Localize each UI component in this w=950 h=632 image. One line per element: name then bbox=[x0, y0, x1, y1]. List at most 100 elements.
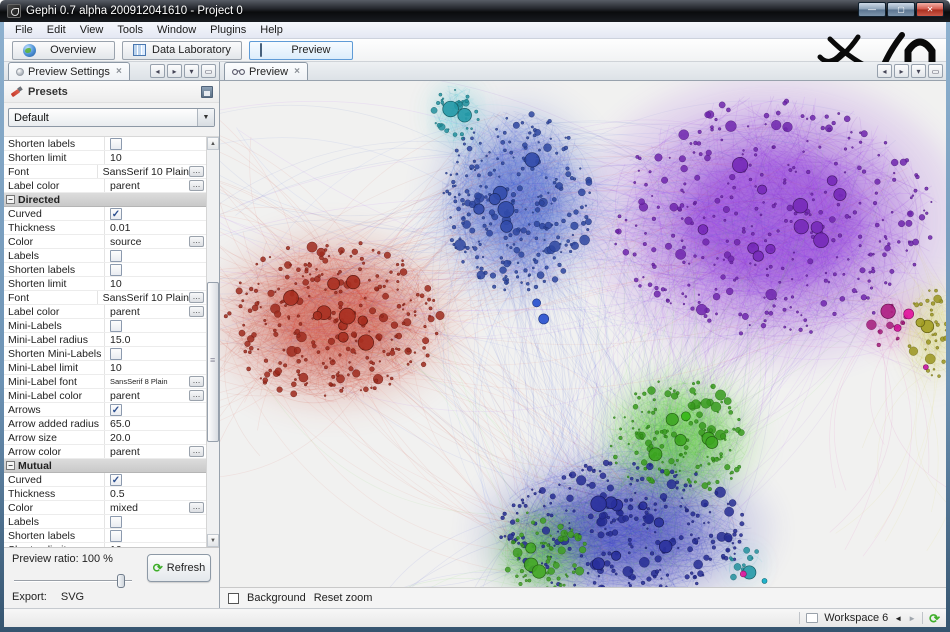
scroll-up-icon[interactable]: ▲ bbox=[207, 137, 219, 150]
ellipsis-button[interactable]: … bbox=[189, 292, 204, 303]
shorten-labels-checkbox[interactable] bbox=[110, 138, 122, 150]
ellipsis-button[interactable]: … bbox=[189, 306, 204, 317]
tab-preview[interactable]: Preview bbox=[249, 41, 353, 60]
collapse-icon[interactable]: − bbox=[6, 195, 15, 204]
preset-combobox[interactable]: Default ▼ bbox=[8, 108, 215, 127]
shorten-labels-checkbox[interactable] bbox=[110, 264, 122, 276]
combo-arrow-icon[interactable]: ▼ bbox=[197, 109, 214, 126]
tab-maximize-button[interactable]: ▭ bbox=[928, 64, 943, 78]
property-label: Arrow color bbox=[4, 446, 104, 458]
save-preset-icon[interactable] bbox=[201, 86, 213, 98]
update-center-icon[interactable]: ⟳ bbox=[929, 612, 940, 625]
property-value[interactable]: parent bbox=[110, 390, 189, 402]
property-value[interactable]: SansSerif 8 Plain bbox=[110, 377, 189, 386]
tab-data-laboratory[interactable]: Data Laboratory bbox=[122, 41, 242, 60]
menu-plugins[interactable]: Plugins bbox=[203, 22, 253, 38]
close-tab-icon[interactable]: × bbox=[294, 66, 300, 77]
property-value[interactable]: 10 bbox=[110, 152, 206, 164]
tab-scroll-left-button[interactable]: ◂ bbox=[150, 64, 165, 78]
tab-scroll-right-button[interactable]: ▸ bbox=[167, 64, 182, 78]
property-value[interactable]: parent bbox=[110, 446, 189, 458]
graph-canvas[interactable] bbox=[220, 81, 946, 588]
workspace-icon bbox=[806, 613, 818, 623]
preview-tab-icon bbox=[232, 67, 245, 76]
shorten-labels-checkbox[interactable] bbox=[110, 530, 122, 542]
property-value-cell: 10 bbox=[104, 277, 206, 290]
property-label: Labels bbox=[4, 516, 104, 528]
ellipsis-button[interactable]: … bbox=[189, 180, 204, 191]
property-value-cell bbox=[104, 319, 206, 332]
minimize-button[interactable]: — bbox=[858, 2, 886, 17]
workspace-prev-button[interactable]: ◄ bbox=[894, 614, 902, 623]
property-label: Mini-Label color bbox=[4, 390, 104, 402]
reset-zoom-button[interactable]: Reset zoom bbox=[314, 592, 373, 604]
menu-tools[interactable]: Tools bbox=[110, 22, 150, 38]
property-value[interactable]: source bbox=[110, 236, 189, 248]
tab-list-button[interactable]: ▾ bbox=[911, 64, 926, 78]
property-value-cell: 0.5 bbox=[104, 487, 206, 500]
workspace-next-button[interactable]: ► bbox=[908, 614, 916, 623]
collapse-icon[interactable]: − bbox=[6, 461, 15, 470]
curved-checkbox[interactable]: ✓ bbox=[110, 474, 122, 486]
menu-help[interactable]: Help bbox=[253, 22, 290, 38]
ellipsis-button[interactable]: … bbox=[189, 502, 204, 513]
tab-overview[interactable]: Overview bbox=[12, 41, 115, 60]
preview-label: Preview bbox=[280, 44, 342, 56]
ellipsis-button[interactable]: … bbox=[189, 236, 204, 247]
menu-file[interactable]: File bbox=[8, 22, 40, 38]
maximize-button[interactable]: ▢ bbox=[887, 2, 915, 17]
property-label: Shorten Mini-Labels bbox=[4, 348, 104, 360]
tab-scroll-right-button[interactable]: ▸ bbox=[894, 64, 909, 78]
property-value-cell: 0.01 bbox=[104, 221, 206, 234]
labels-checkbox[interactable] bbox=[110, 516, 122, 528]
ellipsis-button[interactable]: … bbox=[189, 446, 204, 457]
property-value[interactable]: 0.5 bbox=[110, 488, 206, 500]
property-value[interactable]: 20.0 bbox=[110, 432, 206, 444]
property-value[interactable]: SansSerif 10 Plain bbox=[103, 166, 189, 178]
property-label: Label color bbox=[4, 180, 104, 192]
refresh-button[interactable]: ⟳ Refresh bbox=[147, 554, 211, 582]
mini-labels-checkbox[interactable] bbox=[110, 320, 122, 332]
property-label: Curved bbox=[4, 474, 104, 486]
ellipsis-button[interactable]: … bbox=[189, 376, 204, 387]
menu-view[interactable]: View bbox=[73, 22, 111, 38]
property-value[interactable]: 65.0 bbox=[110, 418, 206, 430]
tab-maximize-button[interactable]: ▭ bbox=[201, 64, 216, 78]
close-button[interactable]: ✕ bbox=[916, 2, 944, 17]
section-directed[interactable]: −Directed bbox=[4, 193, 206, 207]
scrollbar-thumb[interactable] bbox=[207, 282, 219, 442]
menu-edit[interactable]: Edit bbox=[40, 22, 73, 38]
property-value[interactable]: parent bbox=[110, 180, 189, 192]
property-value[interactable]: 15.0 bbox=[110, 334, 206, 346]
preview-ratio-slider[interactable] bbox=[14, 574, 132, 588]
property-value[interactable]: 10 bbox=[110, 278, 206, 290]
property-value[interactable]: SansSerif 10 Plain bbox=[103, 292, 189, 304]
tab-preview-settings[interactable]: Preview Settings × bbox=[8, 62, 130, 80]
shorten-mini-labels-checkbox[interactable] bbox=[110, 348, 122, 360]
settings-scrollbar[interactable]: ▲ ▼ bbox=[206, 137, 219, 547]
property-label: Shorten labels bbox=[4, 264, 104, 276]
tab-list-button[interactable]: ▾ bbox=[184, 64, 199, 78]
scroll-down-icon[interactable]: ▼ bbox=[207, 534, 219, 547]
export-svg-button[interactable]: SVG bbox=[61, 591, 84, 603]
tab-preview-view[interactable]: Preview × bbox=[224, 62, 308, 80]
background-checkbox[interactable] bbox=[228, 593, 239, 604]
arrows-checkbox[interactable]: ✓ bbox=[110, 404, 122, 416]
menu-window[interactable]: Window bbox=[150, 22, 203, 38]
property-value[interactable]: 0.01 bbox=[110, 222, 206, 234]
curved-checkbox[interactable]: ✓ bbox=[110, 208, 122, 220]
left-tab-row: Preview Settings × ◂ ▸ ▾ ▭ bbox=[4, 62, 219, 81]
property-value[interactable]: parent bbox=[110, 306, 189, 318]
property-value[interactable]: mixed bbox=[110, 502, 189, 514]
title-bar[interactable]: Gephi 0.7 alpha 200912041610 - Project 0… bbox=[0, 0, 950, 22]
section-mutual[interactable]: −Mutual bbox=[4, 459, 206, 473]
labels-checkbox[interactable] bbox=[110, 250, 122, 262]
close-tab-icon[interactable]: × bbox=[116, 66, 122, 77]
property-value-cell: SansSerif 8 Plain… bbox=[104, 375, 206, 388]
slider-handle[interactable] bbox=[117, 574, 125, 588]
tab-scroll-left-button[interactable]: ◂ bbox=[877, 64, 892, 78]
ellipsis-button[interactable]: … bbox=[189, 390, 204, 401]
ellipsis-button[interactable]: … bbox=[189, 166, 204, 177]
property-value[interactable]: 10 bbox=[110, 362, 206, 374]
property-value-cell: source… bbox=[104, 235, 206, 248]
